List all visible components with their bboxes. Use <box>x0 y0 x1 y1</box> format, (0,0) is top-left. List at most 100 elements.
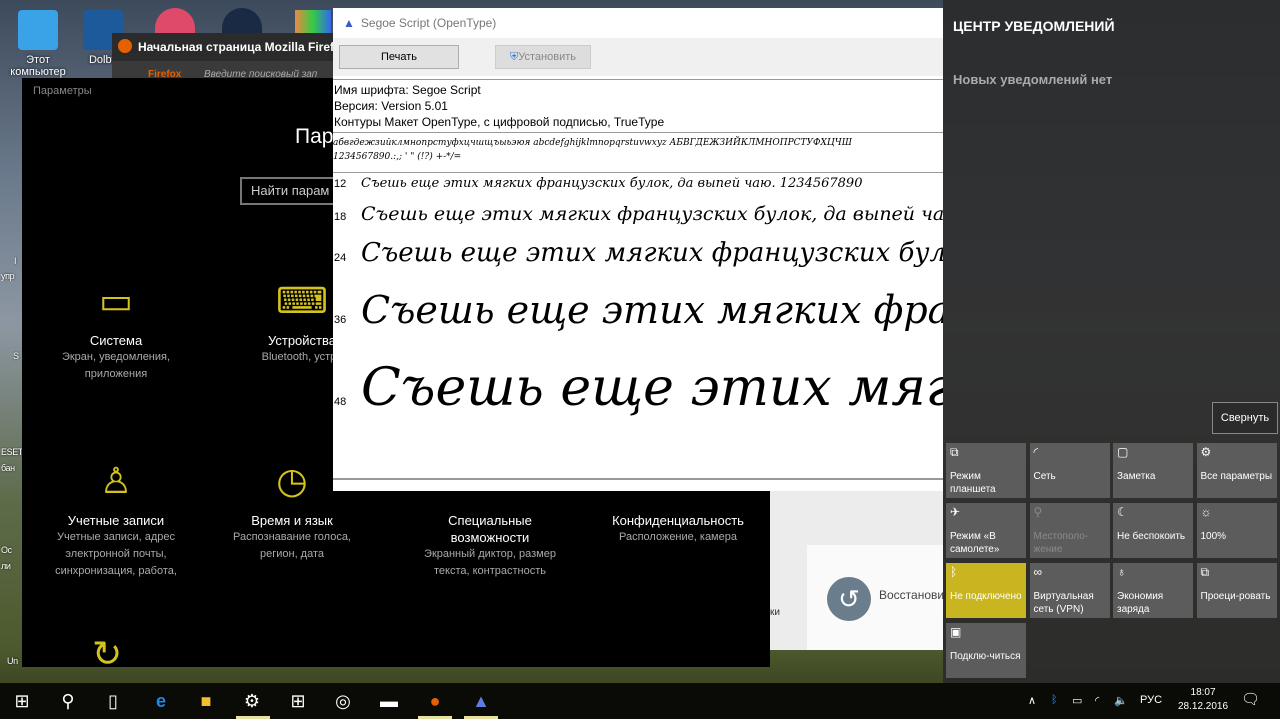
category-name: Время и язык <box>251 513 333 528</box>
quick-action-label: 100% <box>1200 531 1227 542</box>
quick-action-vpn[interactable]: ∞ Виртуальная сеть (VPN) <box>1029 563 1110 618</box>
start-icon[interactable]: ⊞ <box>10 689 34 713</box>
desktop-icon-this-pc[interactable]: Этот компьютер <box>10 10 66 78</box>
category-name: Конфиденциальность <box>612 513 744 528</box>
sample-size: 48 <box>334 396 347 408</box>
desktop-side-label[interactable]: Ос <box>1 545 22 555</box>
quick-action-label: Режим планшета <box>950 471 996 495</box>
quick-action-label: Экономия заряда <box>1117 591 1164 615</box>
quick-action-location[interactable]: ⚲ Местополо-жение <box>1029 503 1110 558</box>
sample-row-24: 24 Съешь еще этих мягких французских було… <box>333 238 943 268</box>
category-accounts[interactable]: ♙ Учетные записи Учетные записи, адрес эле… <box>26 456 206 580</box>
rubik-icon[interactable] <box>295 10 331 34</box>
font-viewer-icon: ▲ <box>343 16 355 30</box>
quick-action-connect[interactable]: ▣ Подклю-читься <box>946 623 1026 678</box>
quick-action-label: Местополо-жение <box>1033 531 1089 555</box>
quick-action-project[interactable]: ⧉ Проеци-ровать <box>1196 563 1277 618</box>
sample-size: 18 <box>334 211 347 223</box>
project-icon: ⧉ <box>1200 565 1210 579</box>
category-system[interactable]: ▭ Система Экран, уведомления, приложения <box>26 276 206 383</box>
font-viewer-title: Segoe Script (OpenType) <box>360 16 497 30</box>
sample-text: Съешь еще этих мягких французских булок,… <box>361 358 943 418</box>
taskbar: ⊞ ⚲ ▯ e ■ ⚙ ⊞ ◎ ▬ ● ▲ ∧ ᛒ ▭ ◜ 🔈 РУС 18:0… <box>0 683 1280 719</box>
print-button[interactable]: Печать <box>339 45 459 69</box>
desktop-side-label[interactable]: Un <box>7 656 22 666</box>
quick-action-label: Не беспокоить <box>1117 531 1186 542</box>
category-desc: Распознавание голоса, регион, дата <box>233 531 351 560</box>
category-desc: Учетные записи, адрес электронной почты,… <box>55 531 177 577</box>
restore-icon: ↺ <box>827 577 871 621</box>
quick-action-tablet-mode[interactable]: ⧉ Режим планшета <box>946 443 1026 498</box>
moon-icon: ☾ <box>1117 505 1128 519</box>
store-icon[interactable]: ⊞ <box>286 689 310 713</box>
volume-icon[interactable]: 🔈 <box>1114 694 1128 707</box>
itunes-icon[interactable] <box>155 8 195 34</box>
note-icon: ▢ <box>1117 445 1129 459</box>
category-name: Система <box>89 333 143 348</box>
install-label: Установить <box>518 51 576 63</box>
show-hidden-icons[interactable]: ∧ <box>1028 694 1036 707</box>
laptop-icon: ▭ <box>98 280 133 321</box>
quick-action-label: Режим «В самолете» <box>950 531 1000 555</box>
groove-icon[interactable]: ◎ <box>331 689 355 713</box>
firefox-title: Начальная страница Mozilla Firef... <box>138 40 344 54</box>
sample-row-18: 18 Съешь еще этих мягких французских було… <box>333 203 943 225</box>
clock[interactable]: 18:07 28.12.2016 <box>1178 686 1228 714</box>
font-viewer-window[interactable]: ▲ Segoe Script (OpenType) Печать ⛨Установ… <box>333 8 943 491</box>
update-icon[interactable]: ↻ <box>92 633 122 675</box>
quick-action-label: Виртуальная сеть (VPN) <box>1033 591 1094 615</box>
battery-icon[interactable]: ▭ <box>1072 694 1082 707</box>
quick-action-brightness[interactable]: ☼ 100% <box>1196 503 1277 558</box>
sample-row-12: 12 Съешь еще этих мягких французских було… <box>333 176 862 191</box>
quick-action-label: Заметка <box>1117 471 1156 482</box>
desktop-side-label[interactable]: ESET <box>1 447 22 457</box>
task-view-icon[interactable]: ▯ <box>101 689 125 713</box>
quick-action-gear[interactable]: ⚙ Все параметры <box>1196 443 1277 498</box>
category-desc: Экран, уведомления, приложения <box>61 351 171 380</box>
quick-action-bluetooth[interactable]: ᛒ Не подключено <box>946 563 1026 618</box>
desktop-side-label[interactable]: упр <box>1 271 22 281</box>
firefox-taskbar-icon[interactable]: ● <box>423 689 447 713</box>
category-desc: Экранный диктор, размер текста, контраст… <box>424 548 556 577</box>
network-icon: ◜ <box>1033 445 1039 459</box>
quick-action-note[interactable]: ▢ Заметка <box>1113 443 1193 498</box>
quick-action-label: Не подключено <box>950 591 1022 602</box>
computer-icon <box>18 10 58 50</box>
connect-icon: ▣ <box>950 625 962 639</box>
action-center[interactable]: ЦЕНТР УВЕДОМЛЕНИЙ Новых уведомлений нет … <box>943 0 1280 683</box>
quick-action-moon[interactable]: ☾ Не беспокоить <box>1113 503 1193 558</box>
quick-action-label: Проеци-ровать <box>1200 591 1271 602</box>
install-button[interactable]: ⛨Установить <box>495 45 591 69</box>
steam-icon[interactable] <box>222 8 262 34</box>
charset-line: 1234567890.:,; ' " (!?) +-*/= <box>333 152 462 162</box>
collapse-button[interactable]: Свернуть <box>1212 402 1278 434</box>
desktop-side-label[interactable]: ли <box>1 561 22 571</box>
category-name: Учетные записи <box>67 513 165 528</box>
settings-icon[interactable]: ⚙ <box>240 689 264 713</box>
edge-icon[interactable]: e <box>149 689 173 713</box>
category-name: Специальные возможности <box>448 513 532 545</box>
bluetooth-tray-icon[interactable]: ᛒ <box>1051 694 1058 706</box>
file-explorer-icon[interactable]: ■ <box>194 689 218 713</box>
battery-saver-icon: ♁ <box>1117 565 1126 579</box>
sample-size: 36 <box>334 314 347 326</box>
movies-icon[interactable]: ▬ <box>377 689 401 713</box>
font-viewer-taskbar-icon[interactable]: ▲ <box>469 689 493 713</box>
settings-window-title: Параметры <box>33 85 92 97</box>
desktop-side-label[interactable]: бан <box>1 463 22 473</box>
clock-time: 18:07 <box>1190 687 1216 698</box>
desktop-side-label[interactable]: I <box>14 256 22 266</box>
quick-action-battery-saver[interactable]: ♁ Экономия заряда <box>1113 563 1193 618</box>
action-center-icon[interactable]: 🗨 <box>1241 690 1260 708</box>
quick-action-airplane[interactable]: ✈ Режим «В самолете» <box>946 503 1026 558</box>
search-icon[interactable]: ⚲ <box>56 689 80 713</box>
restore-label[interactable]: Восстанови <box>879 588 944 602</box>
language-indicator[interactable]: РУС <box>1140 694 1162 706</box>
font-outlines: Контуры Макет OpenType, с цифровой подпи… <box>334 115 665 129</box>
desktop-side-label[interactable]: S <box>13 351 22 361</box>
airplane-icon: ✈ <box>950 505 961 519</box>
quick-action-label: Сеть <box>1033 471 1056 482</box>
wifi-icon[interactable]: ◜ <box>1095 694 1099 707</box>
quick-action-network[interactable]: ◜ Сеть <box>1029 443 1110 498</box>
gear-icon: ⚙ <box>1200 445 1212 459</box>
